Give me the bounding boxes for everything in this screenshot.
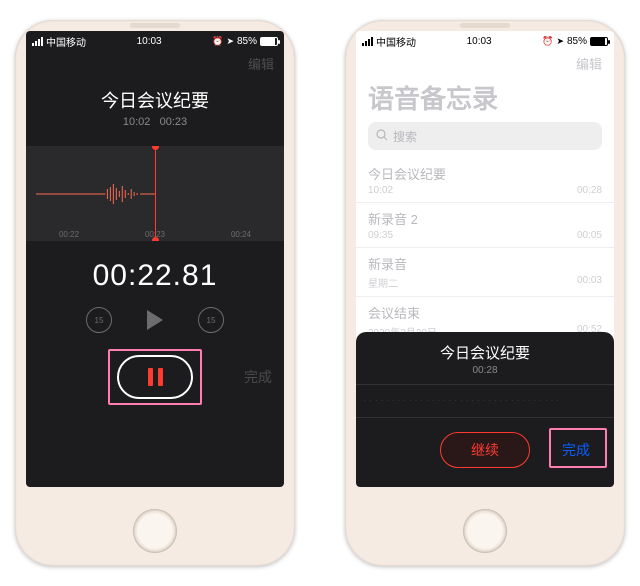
- done-button[interactable]: 完成: [244, 367, 272, 387]
- play-icon[interactable]: [147, 310, 163, 330]
- alarm-icon: ⏰: [212, 36, 223, 47]
- search-icon: [376, 129, 388, 144]
- waveform-view[interactable]: 00:22 00:23 00:24: [26, 146, 284, 241]
- battery-percent: 85%: [237, 36, 257, 47]
- skip-forward-button[interactable]: 15: [198, 307, 224, 333]
- signal-icon: [32, 37, 43, 46]
- recording-duration: 00:23: [160, 116, 188, 128]
- nav-bar: 编辑: [26, 49, 284, 77]
- resume-button[interactable]: 继续: [440, 432, 530, 468]
- edit-button[interactable]: 编辑: [576, 54, 602, 73]
- edit-button[interactable]: 编辑: [248, 54, 274, 73]
- home-button[interactable]: [463, 509, 507, 553]
- skip-back-button[interactable]: 15: [86, 307, 112, 333]
- carrier-label: 中国移动: [376, 34, 416, 49]
- list-item[interactable]: 新录音 2 09:3500:05: [356, 203, 614, 248]
- page-title: 语音备忘录: [356, 77, 614, 122]
- battery-icon: [260, 37, 278, 46]
- status-time: 10:03: [137, 36, 162, 47]
- list-item[interactable]: 今日会议纪要 10:0200:28: [356, 158, 614, 203]
- battery-percent: 85%: [567, 36, 587, 47]
- tick-label: 00:22: [59, 230, 79, 239]
- phone-frame-right: 中国移动 10:03 ⏰ ➤ 85% 编辑 语音备忘录 搜索 今日会议纪要 10…: [345, 20, 625, 566]
- panel-duration: 00:28: [356, 365, 614, 376]
- earpiece: [460, 23, 510, 28]
- home-button[interactable]: [133, 509, 177, 553]
- status-time: 10:03: [467, 36, 492, 47]
- nav-bar: 编辑: [356, 49, 614, 77]
- playhead-indicator[interactable]: [155, 146, 156, 241]
- location-icon: ➤: [226, 36, 234, 47]
- screen-list: 中国移动 10:03 ⏰ ➤ 85% 编辑 语音备忘录 搜索 今日会议纪要 10…: [356, 31, 614, 487]
- tick-label: 00:23: [145, 230, 165, 239]
- status-bar: 中国移动 10:03 ⏰ ➤ 85%: [26, 31, 284, 49]
- tick-label: 00:24: [231, 230, 251, 239]
- recording-time: 10:02: [123, 116, 151, 128]
- location-icon: ➤: [556, 36, 564, 47]
- screen-recording: 中国移动 10:03 ⏰ ➤ 85% 编辑 今日会议纪要 10:02 00:23: [26, 31, 284, 487]
- battery-icon: [590, 37, 608, 46]
- recording-title[interactable]: 今日会议纪要: [26, 87, 284, 113]
- signal-icon: [362, 37, 373, 46]
- search-placeholder: 搜索: [393, 128, 417, 145]
- carrier-label: 中国移动: [46, 34, 86, 49]
- panel-waveform[interactable]: · · · · · · · · · · · · · · · · · · · · …: [356, 384, 614, 418]
- panel-title[interactable]: 今日会议纪要: [356, 342, 614, 363]
- list-item[interactable]: 新录音 星期二00:03: [356, 248, 614, 297]
- search-input[interactable]: 搜索: [368, 122, 602, 150]
- done-button[interactable]: 完成: [552, 433, 600, 467]
- alarm-icon: ⏰: [542, 36, 553, 47]
- timer-display: 00:22.81: [26, 259, 284, 293]
- highlight-box: [108, 349, 202, 405]
- status-bar: 中国移动 10:03 ⏰ ➤ 85%: [356, 31, 614, 49]
- playback-panel: 今日会议纪要 00:28 · · · · · · · · · · · · · ·…: [356, 332, 614, 487]
- phone-frame-left: 中国移动 10:03 ⏰ ➤ 85% 编辑 今日会议纪要 10:02 00:23: [15, 20, 295, 566]
- earpiece: [130, 23, 180, 28]
